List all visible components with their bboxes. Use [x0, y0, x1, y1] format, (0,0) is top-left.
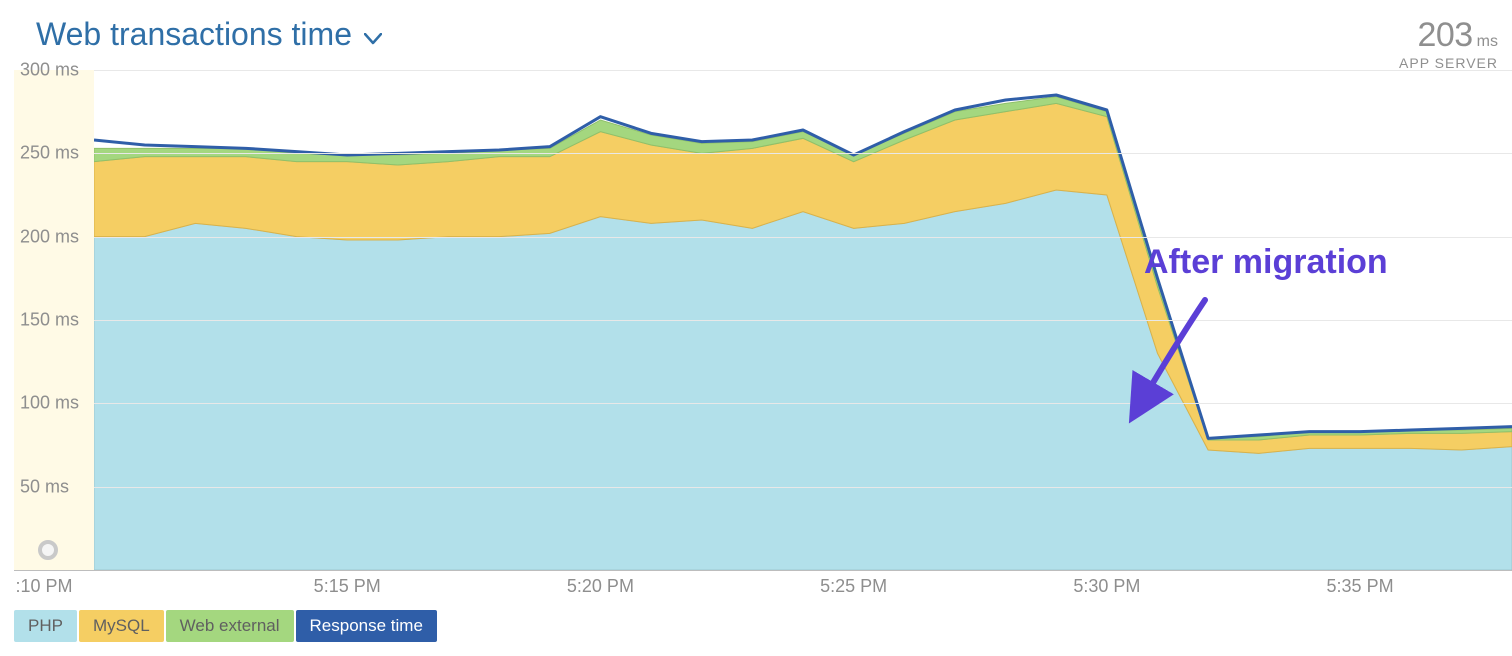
chart-title-dropdown[interactable]: Web transactions time: [36, 16, 382, 53]
y-tick-label: 150 ms: [20, 310, 85, 331]
x-tick-label: 5:15 PM: [314, 576, 381, 597]
legend-item-mysql[interactable]: MySQL: [79, 610, 164, 642]
metric-value: 203: [1417, 16, 1472, 54]
chart-title: Web transactions time: [36, 16, 352, 53]
legend-item-web-external[interactable]: Web external: [166, 610, 294, 642]
chart-legend: PHP MySQL Web external Response time: [14, 610, 437, 642]
y-tick-label: 250 ms: [20, 143, 85, 164]
legend-item-php[interactable]: PHP: [14, 610, 77, 642]
gridline: [94, 153, 1512, 154]
x-tick-label: 5:30 PM: [1073, 576, 1140, 597]
chevron-down-icon: [364, 16, 382, 53]
x-tick-label: 5:35 PM: [1327, 576, 1394, 597]
y-tick-label: 200 ms: [20, 226, 85, 247]
gridline: [94, 70, 1512, 71]
metric-unit: ms: [1477, 33, 1498, 50]
gridline: [94, 403, 1512, 404]
x-tick-label: 5:20 PM: [567, 576, 634, 597]
x-axis: :10 PM 5:15 PM 5:20 PM 5:25 PM 5:30 PM 5:35 P…: [0, 576, 1512, 606]
x-tick-label: :10 PM: [15, 576, 72, 597]
y-tick-label: 300 ms: [20, 60, 85, 81]
legend-item-response-time[interactable]: Response time: [296, 610, 437, 642]
chart-area[interactable]: 300 ms250 ms200 ms150 ms100 ms50 ms: [0, 70, 1512, 570]
y-tick-label: 50 ms: [20, 476, 85, 497]
metric-sublabel: APP SERVER: [1399, 55, 1498, 71]
x-axis-line: [14, 570, 1512, 571]
gridline: [94, 487, 1512, 488]
y-tick-label: 100 ms: [20, 393, 85, 414]
gridline: [94, 237, 1512, 238]
gridline: [94, 320, 1512, 321]
summary-metric: 203 ms APP SERVER: [1399, 16, 1512, 71]
area-php: [94, 190, 1512, 570]
x-tick-label: 5:25 PM: [820, 576, 887, 597]
loading-spinner-icon: [38, 540, 58, 560]
